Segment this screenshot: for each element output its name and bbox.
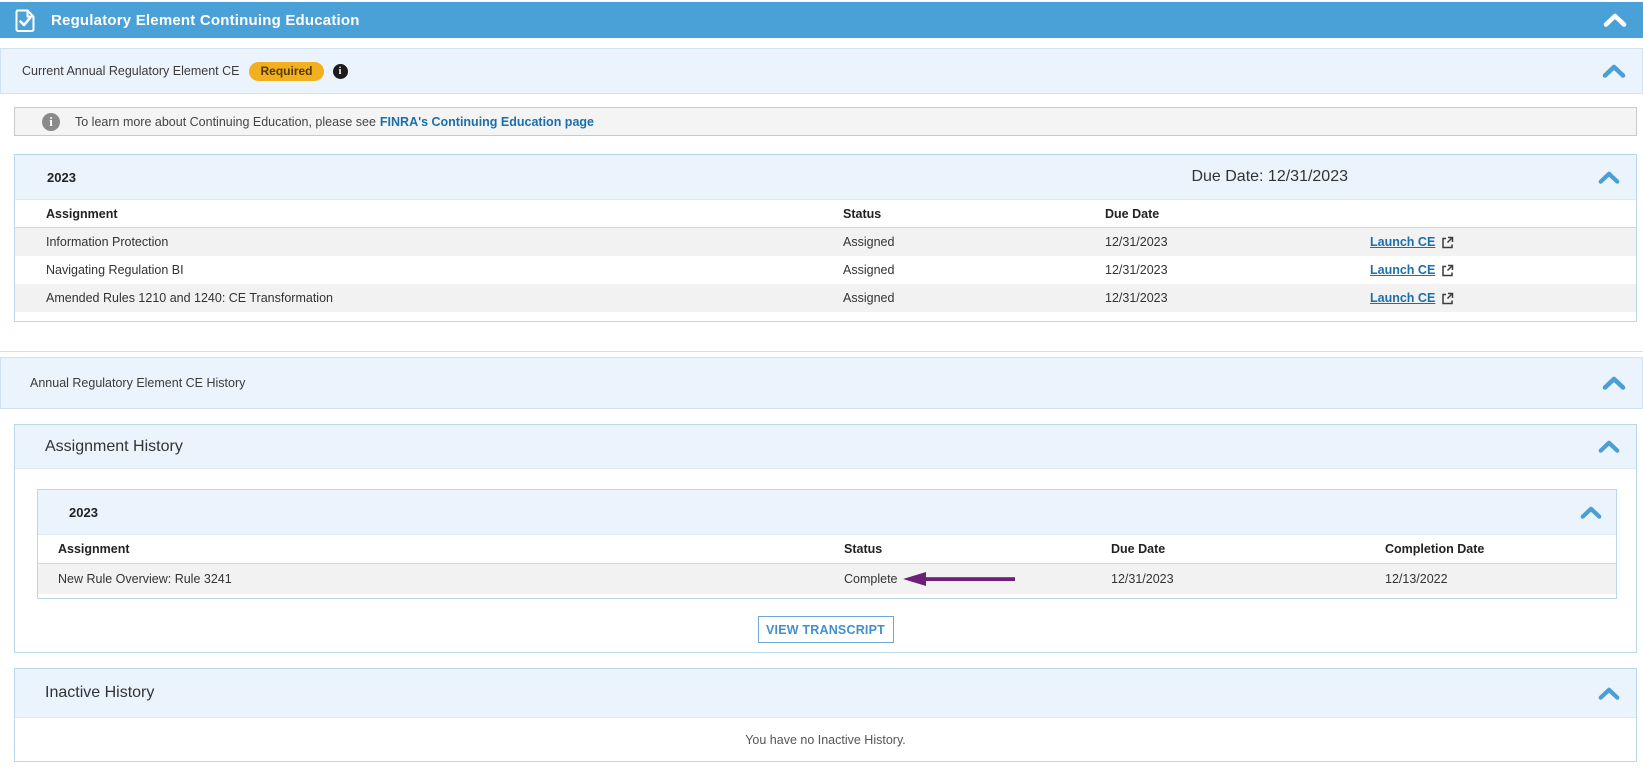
assignment-history-header: Assignment History — [15, 425, 1636, 469]
purple-arrow-annotation-icon — [903, 571, 1018, 590]
chevron-up-icon[interactable] — [1598, 440, 1620, 453]
page-title-bar: Regulatory Element Continuing Education — [0, 2, 1643, 38]
current-year-panel-header: 2023 Due Date: 12/31/2023 — [15, 155, 1636, 200]
column-header-status: Status — [844, 542, 1111, 556]
inactive-history-panel: Inactive History You have no Inactive Hi… — [14, 668, 1637, 762]
inactive-history-empty-text: You have no Inactive History. — [15, 718, 1636, 763]
column-header-completion-date: Completion Date — [1385, 542, 1616, 556]
table-row: New Rule Overview: Rule 3241 Complete 12… — [38, 564, 1616, 594]
cell-status: Assigned — [843, 291, 1105, 305]
cell-assignment: Information Protection — [46, 235, 843, 249]
launch-ce-link[interactable]: Launch CE — [1370, 263, 1435, 277]
section-divider — [0, 351, 1643, 352]
assignment-history-title: Assignment History — [45, 438, 183, 456]
cell-due-date: 12/31/2023 — [1105, 291, 1370, 305]
inactive-history-header: Inactive History — [15, 669, 1636, 718]
history-year-panel-header: 2023 — [38, 490, 1616, 535]
column-header-assignment: Assignment — [46, 207, 843, 221]
column-header-assignment: Assignment — [58, 542, 844, 556]
column-header-status: Status — [843, 207, 1105, 221]
table-row: Information Protection Assigned 12/31/20… — [15, 228, 1636, 256]
column-header-due-date: Due Date — [1105, 207, 1370, 221]
table-row: Navigating Regulation BI Assigned 12/31/… — [15, 256, 1636, 284]
finra-continuing-education-link[interactable]: FINRA's Continuing Education page — [380, 115, 594, 129]
inactive-history-title: Inactive History — [45, 684, 154, 702]
external-link-icon — [1441, 236, 1454, 249]
cell-status: Assigned — [843, 263, 1105, 277]
chevron-up-icon[interactable] — [1598, 687, 1620, 700]
info-icon[interactable]: i — [333, 64, 348, 79]
required-badge: Required — [249, 62, 323, 81]
cell-assignment: Amended Rules 1210 and 1240: CE Transfor… — [46, 291, 843, 305]
chevron-up-icon[interactable] — [1602, 64, 1626, 78]
chevron-up-icon[interactable] — [1580, 506, 1602, 519]
chevron-up-icon[interactable] — [1603, 13, 1627, 27]
cell-assignment: New Rule Overview: Rule 3241 — [58, 572, 844, 586]
page-title: Regulatory Element Continuing Education — [51, 12, 360, 29]
ce-history-title: Annual Regulatory Element CE History — [30, 376, 245, 390]
table-row: Amended Rules 1210 and 1240: CE Transfor… — [15, 284, 1636, 312]
panel-due-date: Due Date: 12/31/2023 — [1191, 168, 1348, 186]
cell-due-date: 12/31/2023 — [1105, 235, 1370, 249]
cell-due-date: 12/31/2023 — [1111, 572, 1385, 586]
assignment-history-panel: Assignment History 2023 Assignment Statu… — [14, 424, 1637, 653]
current-annual-ce-title: Current Annual Regulatory Element CE — [22, 64, 239, 78]
table-header-row: Assignment Status Due Date Completion Da… — [38, 535, 1616, 564]
year-label: 2023 — [69, 505, 98, 520]
history-year-panel: 2023 Assignment Status Due Date Completi… — [37, 489, 1617, 599]
cell-status: Assigned — [843, 235, 1105, 249]
view-transcript-button[interactable]: VIEW TRANSCRIPT — [758, 616, 894, 643]
chevron-up-icon[interactable] — [1598, 171, 1620, 184]
cell-assignment: Navigating Regulation BI — [46, 263, 843, 277]
launch-ce-link[interactable]: Launch CE — [1370, 235, 1435, 249]
launch-ce-link[interactable]: Launch CE — [1370, 291, 1435, 305]
table-header-row: Assignment Status Due Date — [15, 200, 1636, 228]
document-check-icon — [13, 7, 37, 34]
info-circle-icon: i — [42, 113, 60, 131]
external-link-icon — [1441, 264, 1454, 277]
cell-due-date: 12/31/2023 — [1105, 263, 1370, 277]
external-link-icon — [1441, 292, 1454, 305]
chevron-up-icon[interactable] — [1602, 376, 1626, 390]
ce-history-section-header: Annual Regulatory Element CE History — [0, 357, 1643, 409]
info-banner-text: To learn more about Continuing Education… — [75, 115, 376, 129]
current-year-panel: 2023 Due Date: 12/31/2023 Assignment Sta… — [14, 154, 1637, 322]
column-header-due-date: Due Date — [1111, 542, 1385, 556]
year-label: 2023 — [47, 170, 76, 185]
info-banner: i To learn more about Continuing Educati… — [14, 107, 1637, 136]
cell-completion-date: 12/13/2022 — [1385, 572, 1616, 586]
current-annual-ce-section-header: Current Annual Regulatory Element CE Req… — [0, 48, 1643, 94]
